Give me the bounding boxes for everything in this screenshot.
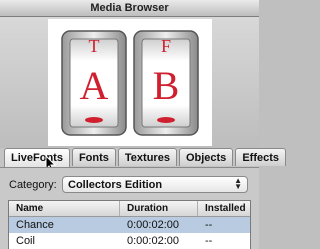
tab-effects[interactable]: Effects [235,148,286,166]
svg-text:T: T [89,36,100,56]
svg-text:F: F [161,36,171,56]
category-label: Category: [9,179,57,191]
title-bar[interactable]: Media Browser [0,0,259,17]
column-header-name[interactable]: Name [9,201,120,216]
preview-area: T A F B [0,17,259,148]
tab-objects[interactable]: Objects [178,148,234,166]
table-header: Name Duration Installed [9,201,250,217]
font-preview-image: T A F B [48,19,212,146]
tab-textures[interactable]: Textures [117,148,177,166]
cell-duration: 0:00:02:00 [127,235,179,247]
livefonts-panel: Category: Collectors Edition ▲ ▼ Name Dur… [0,167,259,249]
cell-name: Chance [16,219,54,231]
font-table: Name Duration Installed Chance 0:00:02:0… [8,200,251,249]
tab-livefonts[interactable]: LiveFonts [4,148,70,167]
cell-name: Coil [16,235,35,247]
cell-installed: -- [205,219,213,231]
reel-right: F B [133,30,199,136]
table-row[interactable]: Coil 0:00:02:00 -- [9,233,250,249]
cell-duration: 0:00:02:00 [127,219,179,231]
tab-bar: LiveFonts Fonts Textures Objects Effects [0,148,286,167]
media-browser-window: Media Browser T A F B LiveFonts Fonts Te… [0,0,286,249]
table-row[interactable]: Chance 0:00:02:00 -- [9,217,250,233]
reel-letter-b: B [153,63,180,108]
select-arrows-icon: ▲ ▼ [234,176,242,191]
category-select[interactable]: Collectors Edition ▲ ▼ [62,176,248,193]
window-title: Media Browser [90,2,169,14]
tab-fonts[interactable]: Fonts [71,148,116,166]
reel-left: T A [61,30,127,136]
column-header-installed[interactable]: Installed [198,201,250,216]
reel-letter-a: A [80,63,109,108]
column-header-duration[interactable]: Duration [120,201,198,216]
slot-reels-graphic: T A F B [61,30,199,136]
category-value: Collectors Edition [68,178,163,191]
cell-installed: -- [205,235,213,247]
